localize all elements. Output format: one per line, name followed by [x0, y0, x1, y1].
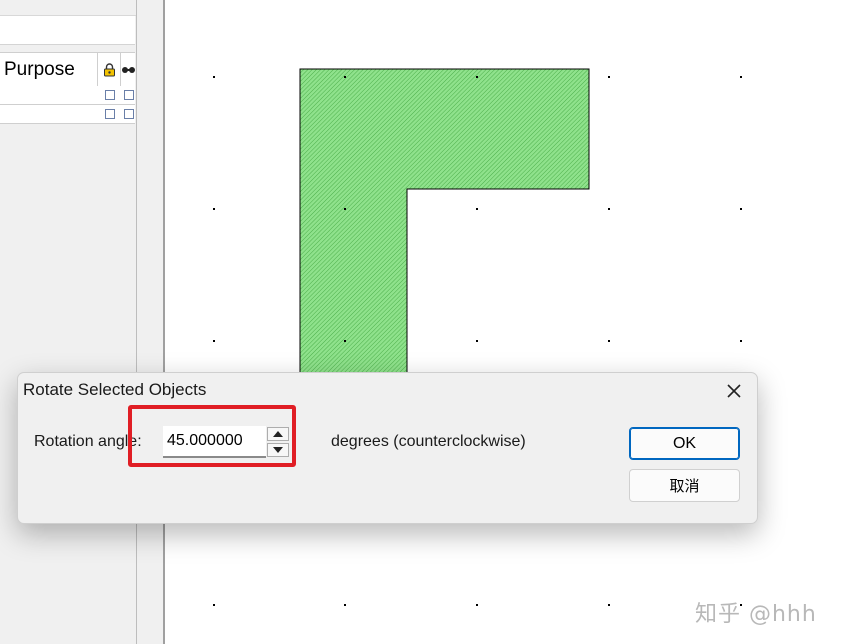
lock-checkbox[interactable]	[105, 109, 115, 119]
visibility-checkbox[interactable]	[124, 90, 134, 100]
grid-dot	[476, 208, 478, 210]
visibility-checkbox[interactable]	[124, 109, 134, 119]
grid-dot	[213, 340, 215, 342]
grid-dot	[344, 604, 346, 606]
table-row[interactable]	[0, 105, 135, 124]
grid-dot	[344, 76, 346, 78]
grid-dot	[608, 76, 610, 78]
grid-dot	[608, 340, 610, 342]
ok-button[interactable]: OK	[629, 427, 740, 460]
watermark: 知乎 @hhh	[695, 602, 817, 627]
column-header-purpose[interactable]: Purpose	[0, 53, 98, 86]
layer-panel: Purpose	[0, 0, 137, 644]
grid-dot	[213, 604, 215, 606]
dialog-title: Rotate Selected Objects	[23, 380, 207, 399]
panel-top-strip	[0, 0, 137, 16]
grid-dot	[608, 604, 610, 606]
table-row[interactable]	[0, 86, 135, 105]
panel-toolbar	[0, 16, 135, 45]
grid-dot	[344, 208, 346, 210]
grid-dot	[740, 208, 742, 210]
rotate-dialog: Rotate Selected Objects Rotation angle: …	[17, 372, 758, 524]
degrees-label: degrees (counterclockwise)	[331, 433, 526, 450]
layer-rows	[0, 86, 135, 124]
grid-dot	[213, 208, 215, 210]
layer-table-header: Purpose	[0, 52, 135, 87]
lock-checkbox[interactable]	[105, 90, 115, 100]
grid-dot	[476, 340, 478, 342]
grid-dot	[213, 76, 215, 78]
grid-dot	[476, 604, 478, 606]
rotation-angle-label: Rotation angle:	[34, 433, 142, 450]
grid-dot	[608, 208, 610, 210]
lock-icon[interactable]	[98, 53, 121, 86]
cancel-button[interactable]: 取消	[629, 469, 740, 502]
highlight-annotation	[128, 405, 296, 467]
close-icon[interactable]	[719, 377, 749, 405]
l-shape-polygon[interactable]	[165, 0, 845, 644]
visibility-icon[interactable]	[120, 53, 135, 86]
grid-dot	[344, 340, 346, 342]
grid-dot	[740, 340, 742, 342]
panel-splitter[interactable]	[136, 0, 165, 644]
grid-dot	[476, 76, 478, 78]
drawing-canvas[interactable]	[165, 0, 845, 644]
grid-dot	[740, 76, 742, 78]
